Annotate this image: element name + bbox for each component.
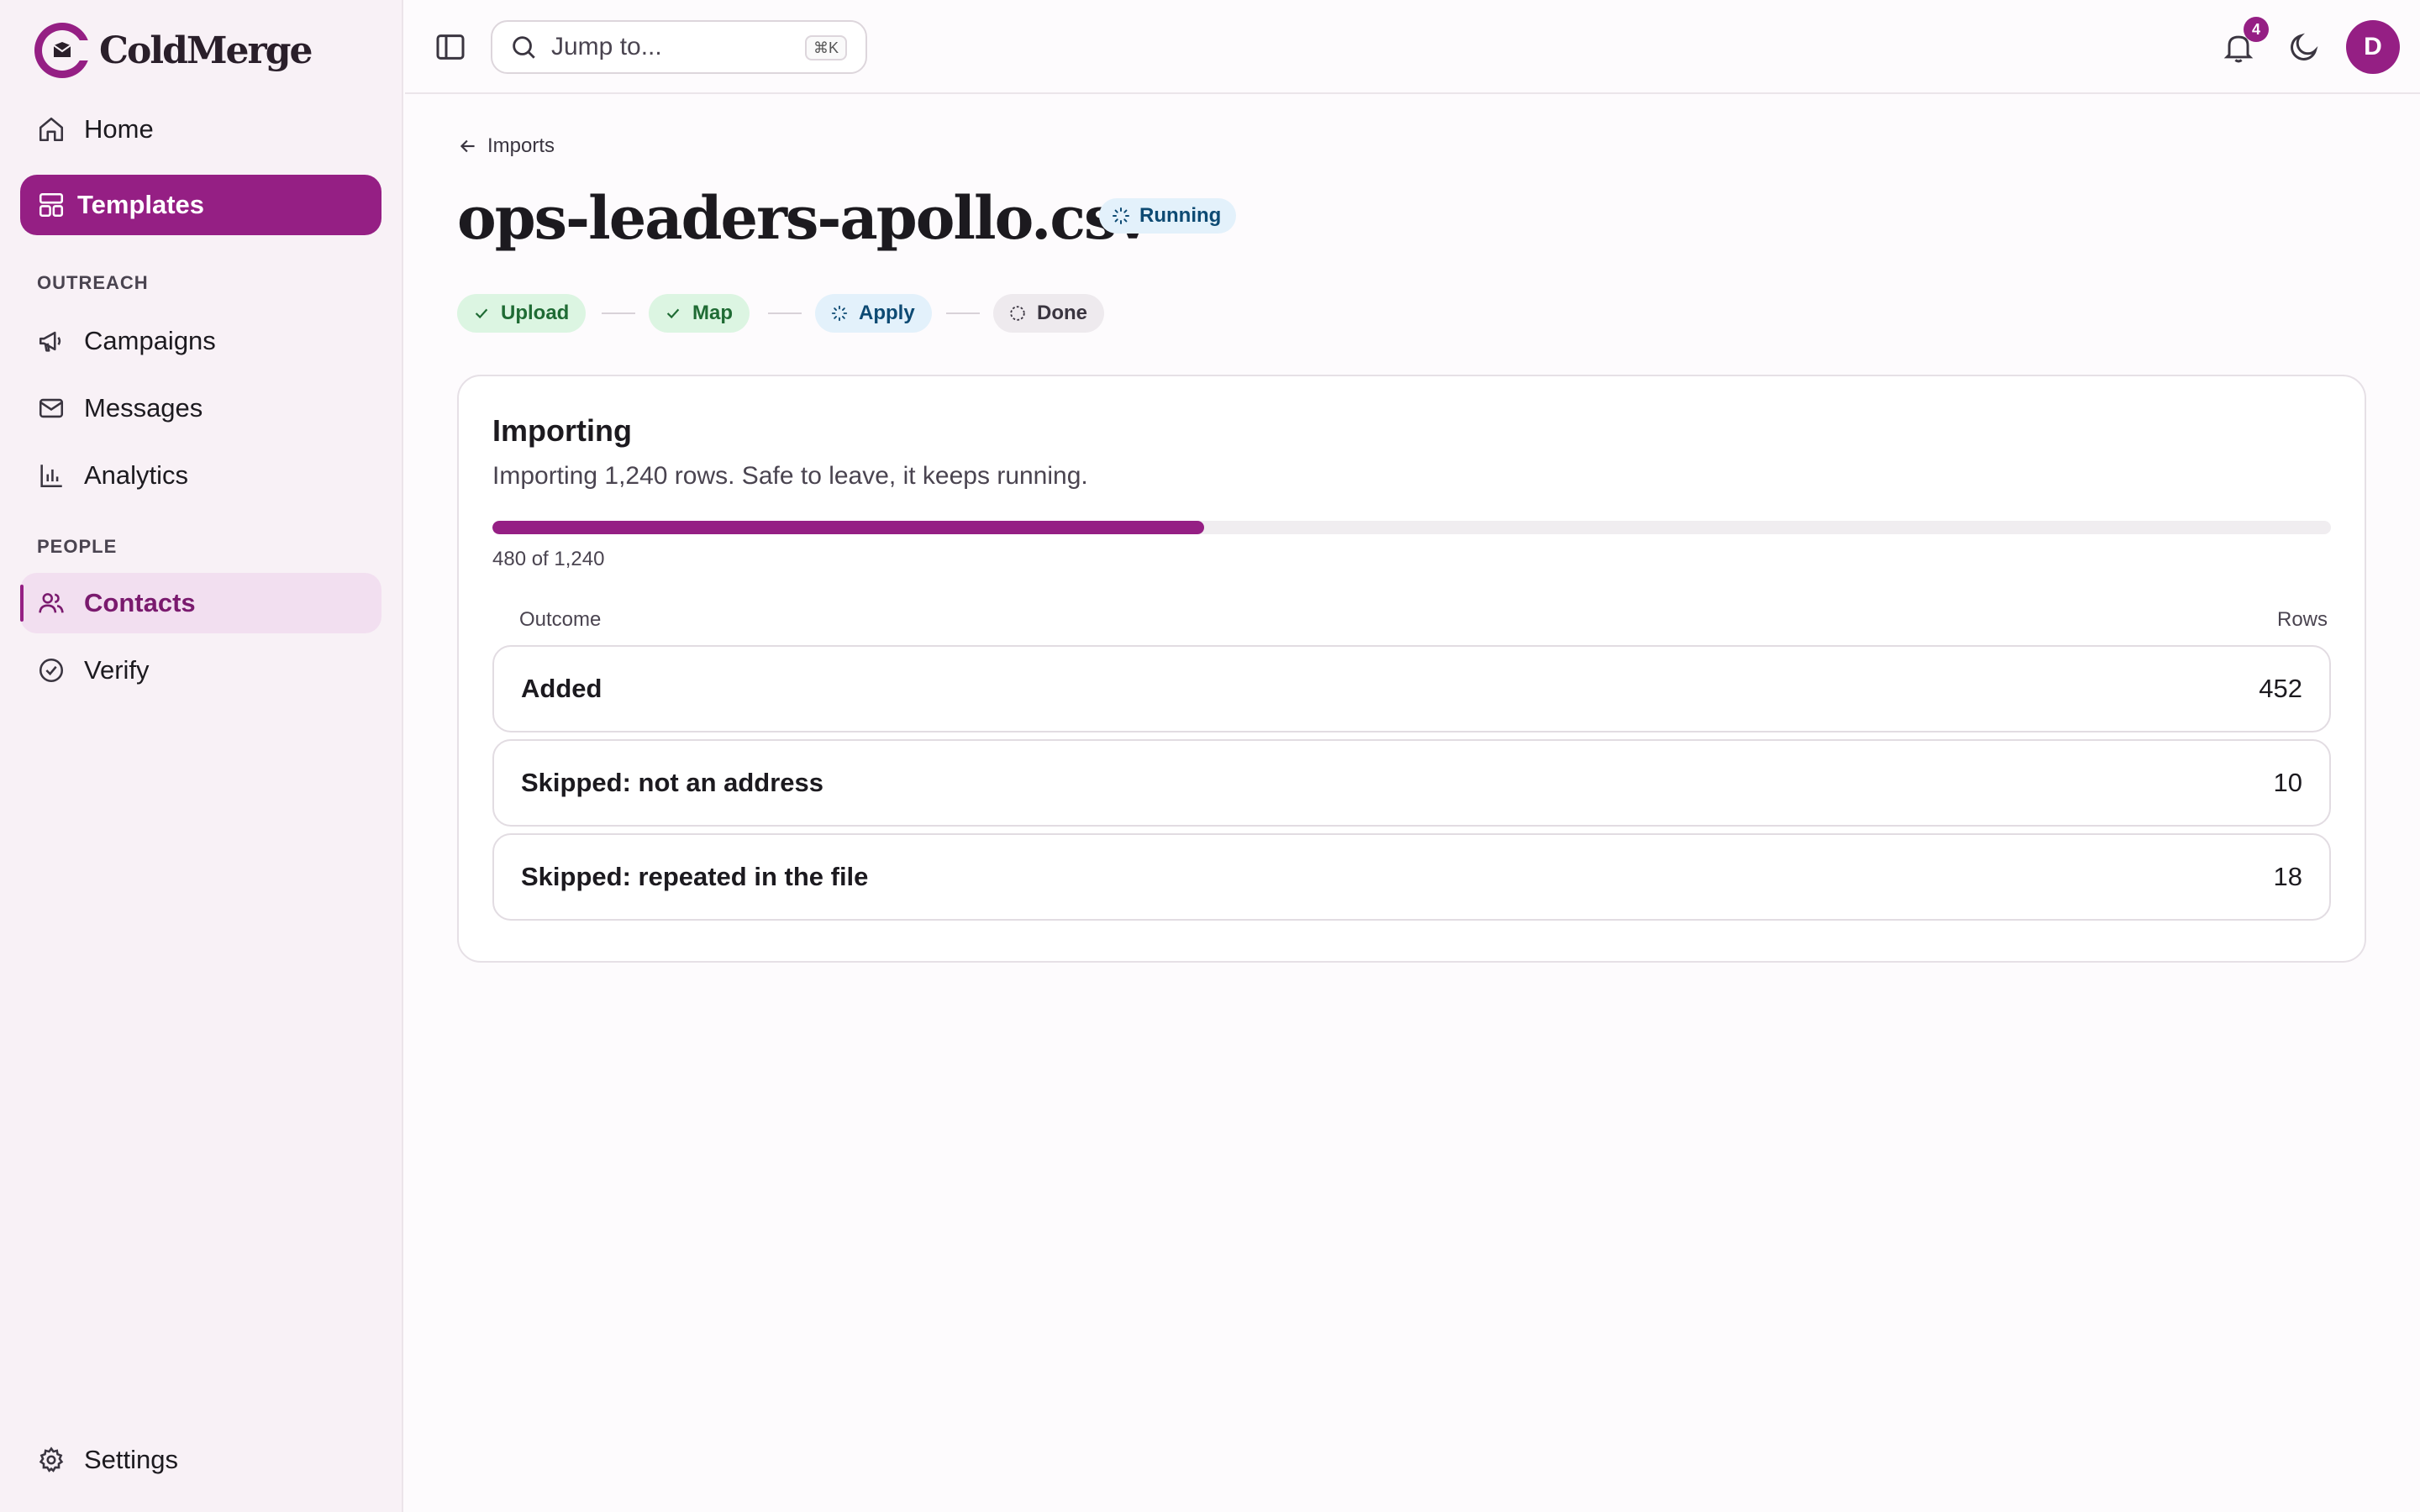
step-map: Map <box>649 294 750 333</box>
outcome-label: Skipped: not an address <box>521 768 824 797</box>
status-badge: Running <box>1099 198 1237 234</box>
section-label-people: PEOPLE <box>37 536 118 557</box>
brand[interactable]: ColdMerge <box>32 18 313 82</box>
step-label: Done <box>1037 302 1087 324</box>
dashed-circle-icon <box>1010 306 1025 321</box>
sidebar-item-label: Campaigns <box>84 326 216 355</box>
users-icon <box>37 589 66 617</box>
gear-icon <box>37 1446 66 1474</box>
brand-name: ColdMerge <box>99 29 313 72</box>
step-label: Upload <box>501 302 570 324</box>
column-header-rows: Rows <box>2276 608 2328 631</box>
mail-icon <box>37 394 66 423</box>
table-row: Skipped: not an address 10 <box>492 739 2331 827</box>
search-placeholder: Jump to... <box>551 33 662 60</box>
sidebar-item-label: Analytics <box>84 460 189 490</box>
sidebar-item-home[interactable]: Home <box>20 99 381 160</box>
check-icon <box>475 308 488 319</box>
sidebar-item-templates[interactable]: Templates <box>20 175 381 235</box>
row-count: 18 <box>2273 862 2302 891</box>
step-connector <box>602 312 635 314</box>
chart-icon <box>37 461 66 490</box>
sidebar-item-contacts[interactable]: Contacts <box>20 573 381 633</box>
sidebar-item-label: Settings <box>84 1445 179 1474</box>
step-label: Map <box>692 302 733 324</box>
sidebar-item-analytics[interactable]: Analytics <box>20 445 381 506</box>
check-circle-icon <box>37 656 66 685</box>
step-connector <box>946 312 980 314</box>
table-row: Skipped: repeated in the file 18 <box>492 833 2331 921</box>
notification-badge: 4 <box>2244 17 2269 42</box>
spinner-icon <box>1113 207 1129 224</box>
step-connector <box>768 312 802 314</box>
home-icon <box>37 115 66 144</box>
spinner-icon <box>831 305 848 322</box>
back-link[interactable]: Imports <box>457 134 555 158</box>
progress-bar <box>492 521 2331 534</box>
sidebar-item-messages[interactable]: Messages <box>20 378 381 438</box>
step-apply: Apply <box>815 294 932 333</box>
sidebar-item-campaigns[interactable]: Campaigns <box>20 311 381 371</box>
sidebar-toggle-icon[interactable] <box>434 30 467 64</box>
sidebar-item-label: Messages <box>84 393 203 423</box>
import-progress-card: Importing Importing 1,240 rows. Safe to … <box>457 375 2366 963</box>
template-icon <box>37 191 66 219</box>
sidebar: ColdMerge Home Templates OUTREACH Campai… <box>0 0 403 1512</box>
arrow-left-icon <box>460 139 475 153</box>
step-label: Apply <box>859 302 915 324</box>
card-description: Importing 1,240 rows. Safe to leave, it … <box>492 462 1088 490</box>
megaphone-icon <box>37 327 66 355</box>
card-title: Importing <box>492 413 632 448</box>
progress-bar-fill <box>492 521 1204 534</box>
brand-logo-icon <box>34 23 92 78</box>
search-shortcut-hint: ⌘K <box>804 35 847 60</box>
check-icon <box>666 308 680 319</box>
table-row: Added 452 <box>492 645 2331 732</box>
avatar[interactable]: D <box>2346 20 2400 74</box>
sidebar-item-label: Contacts <box>84 588 196 617</box>
sidebar-item-label: Home <box>84 114 154 144</box>
step-done: Done <box>993 294 1104 333</box>
search-input[interactable]: Jump to... ⌘K <box>491 20 867 74</box>
column-header-outcome: Outcome <box>519 608 602 631</box>
page-title: ops-leaders-apollo.csv <box>457 183 1150 253</box>
progress-label: 480 of 1,240 <box>492 548 605 570</box>
step-upload: Upload <box>457 294 587 333</box>
outcome-label: Skipped: repeated in the file <box>521 862 869 891</box>
top-bar: Jump to... ⌘K 4 D <box>405 0 2420 94</box>
row-count: 452 <box>2259 674 2302 703</box>
moon-icon[interactable] <box>2287 30 2321 64</box>
sidebar-item-label: Verify <box>84 655 150 685</box>
sidebar-item-verify[interactable]: Verify <box>20 640 381 701</box>
sidebar-item-label: Templates <box>77 190 205 219</box>
status-badge-label: Running <box>1139 204 1222 227</box>
sidebar-item-settings[interactable]: Settings <box>20 1430 381 1490</box>
outcome-label: Added <box>521 674 602 703</box>
section-label-outreach: OUTREACH <box>37 272 149 293</box>
row-count: 10 <box>2273 768 2302 797</box>
back-link-label: Imports <box>487 134 555 157</box>
search-icon <box>509 33 538 61</box>
